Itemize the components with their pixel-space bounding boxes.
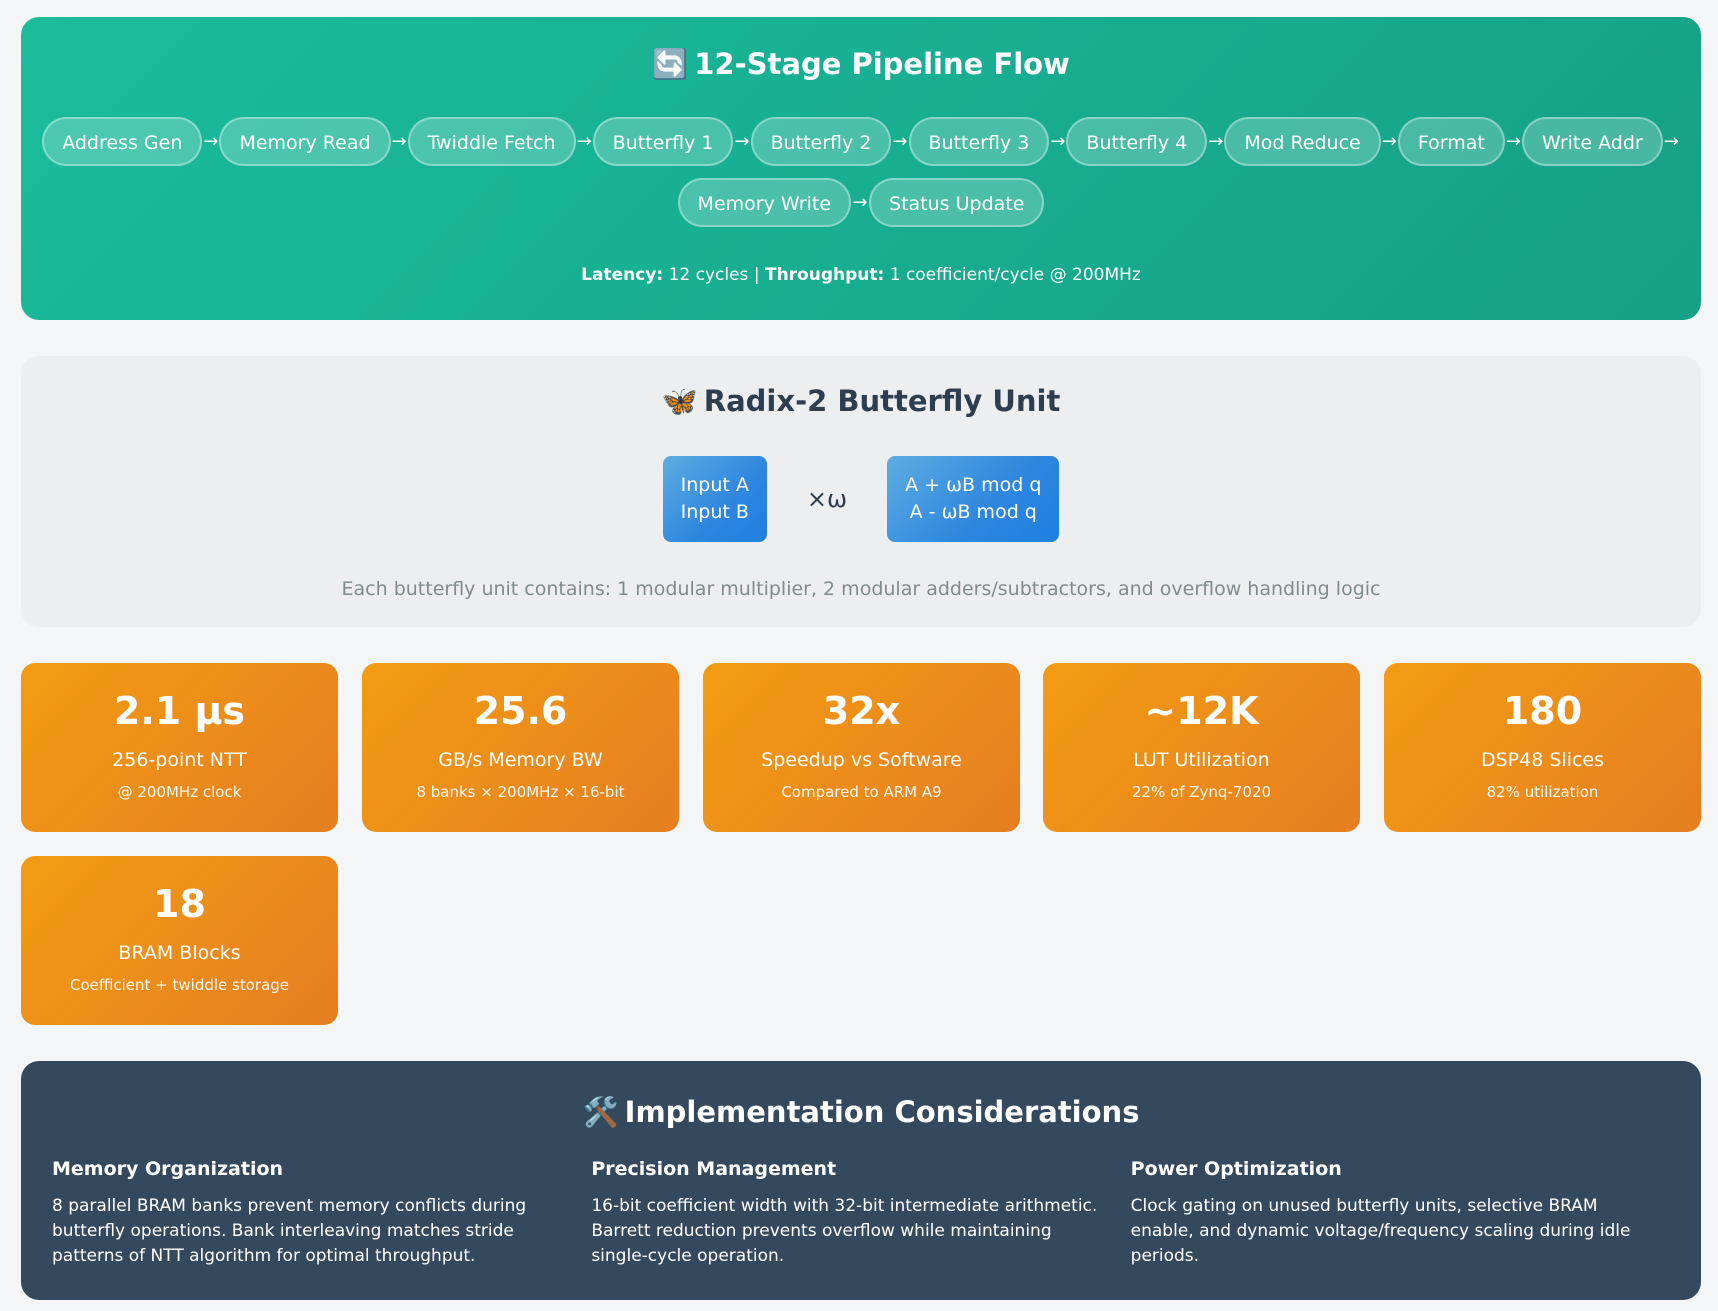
metric-label: BRAM Blocks xyxy=(118,942,241,964)
arrow-icon: → xyxy=(734,131,750,152)
input-b: Input B xyxy=(680,501,749,523)
stage-butterfly-1: Butterfly 1 xyxy=(592,117,734,166)
metric-value: 32x xyxy=(822,689,901,733)
arrow-icon: → xyxy=(1050,131,1066,152)
metric-value: 180 xyxy=(1502,689,1583,733)
stage-memory-write: Memory Write xyxy=(677,178,852,227)
metric-value: ~12K xyxy=(1144,689,1259,733)
implementation-title: 🛠️ Implementation Considerations xyxy=(21,1095,1701,1130)
metric-value: 2.1 μs xyxy=(113,689,246,733)
butterfly-title-text: Radix-2 Butterfly Unit xyxy=(703,384,1061,418)
arrow-icon: → xyxy=(1505,131,1521,152)
stats-separator: | xyxy=(753,265,760,285)
metric-card: 180 DSP48 Slices 82% utilization xyxy=(1384,663,1701,832)
stage-butterfly-2: Butterfly 2 xyxy=(750,117,892,166)
metric-label: GB/s Memory BW xyxy=(438,749,603,771)
stage-twiddle-fetch: Twiddle Fetch xyxy=(407,117,576,166)
output-diff: A - ωB mod q xyxy=(909,501,1037,523)
butterfly-icon: 🦋 xyxy=(661,384,698,418)
throughput-label: Throughput: xyxy=(764,265,885,285)
impl-heading: Memory Organization xyxy=(52,1158,284,1180)
impl-text: 8 parallel BRAM banks prevent memory con… xyxy=(52,1196,527,1266)
metric-card: 18 BRAM Blocks Coefficient + twiddle sto… xyxy=(21,856,338,1025)
twiddle-operator: ×ω xyxy=(806,485,848,513)
arrow-icon: → xyxy=(1663,131,1679,152)
stage-memory-read: Memory Read xyxy=(219,117,391,166)
impl-column: Precision Management 16-bit coefficient … xyxy=(591,1158,1130,1269)
metric-card: 32x Speedup vs Software Compared to ARM … xyxy=(703,663,1020,832)
implementation-title-text: Implementation Considerations xyxy=(624,1095,1140,1129)
impl-column: Memory Organization 8 parallel BRAM bank… xyxy=(52,1158,591,1269)
throughput-value: 1 coefficient/cycle @ 200MHz xyxy=(889,265,1141,285)
stage-mod-reduce: Mod Reduce xyxy=(1224,117,1381,166)
cycle-arrows-icon: 🔄 xyxy=(652,47,689,81)
latency-value: 12 cycles xyxy=(668,265,749,285)
butterfly-note: Each butterfly unit contains: 1 modular … xyxy=(341,578,1381,600)
arrow-icon: → xyxy=(852,192,868,213)
arrow-icon: → xyxy=(203,131,219,152)
metric-label: Speedup vs Software xyxy=(761,749,962,771)
implementation-panel: 🛠️ Implementation Considerations Memory O… xyxy=(21,1061,1701,1300)
butterfly-outputs: A + ωB mod q A - ωB mod q xyxy=(887,456,1060,542)
pipeline-panel: 🔄 12-Stage Pipeline Flow Address Gen → Mem… xyxy=(21,17,1701,320)
metric-sub: Coefficient + twiddle storage xyxy=(69,976,290,994)
stage-butterfly-3: Butterfly 3 xyxy=(908,117,1050,166)
metric-label: DSP48 Slices xyxy=(1480,749,1605,771)
stage-format: Format xyxy=(1397,117,1505,166)
metric-card: 2.1 μs 256-point NTT @ 200MHz clock xyxy=(21,663,338,832)
tools-icon: 🛠️ xyxy=(582,1095,619,1129)
metric-card: 25.6 GB/s Memory BW 8 banks × 200MHz × 1… xyxy=(362,663,679,832)
butterfly-title: 🦋 Radix-2 Butterfly Unit xyxy=(21,384,1701,419)
input-a: Input A xyxy=(680,474,749,496)
butterfly-inputs: Input A Input B xyxy=(662,456,767,542)
butterfly-diagram: Input A Input B ×ω A + ωB mod q A - ωB m… xyxy=(21,456,1701,542)
stage-butterfly-4: Butterfly 4 xyxy=(1066,117,1208,166)
metric-sub: @ 200MHz clock xyxy=(117,783,242,801)
stage-status-update: Status Update xyxy=(869,178,1045,227)
pipeline-stats: Latency: 12 cycles | Throughput: 1 coeff… xyxy=(21,265,1701,285)
pipeline-stages: Address Gen → Memory Read → Twiddle Fetch →… xyxy=(42,117,1679,227)
impl-text: 16-bit coefficient width with 32-bit int… xyxy=(591,1196,1098,1266)
metric-sub: Compared to ARM A9 xyxy=(781,783,942,801)
arrow-icon: → xyxy=(391,131,407,152)
butterfly-panel: 🦋 Radix-2 Butterfly Unit Input A Input B … xyxy=(21,356,1701,627)
stage-address-gen: Address Gen xyxy=(42,117,203,166)
impl-heading: Power Optimization xyxy=(1130,1158,1342,1180)
impl-column: Power Optimization Clock gating on unuse… xyxy=(1131,1158,1670,1269)
arrow-icon: → xyxy=(892,131,908,152)
metric-sub: 82% utilization xyxy=(1486,783,1599,801)
metric-label: 256-point NTT xyxy=(112,749,247,771)
arrow-icon: → xyxy=(1381,131,1397,152)
impl-text: Clock gating on unused butterfly units, … xyxy=(1130,1196,1631,1266)
pipeline-title-text: 12-Stage Pipeline Flow xyxy=(694,47,1070,81)
latency-label: Latency: xyxy=(581,265,664,285)
pipeline-title: 🔄 12-Stage Pipeline Flow xyxy=(21,47,1701,82)
metric-value: 18 xyxy=(153,882,206,926)
metric-card: ~12K LUT Utilization 22% of Zynq-7020 xyxy=(1043,663,1360,832)
arrow-icon: → xyxy=(576,131,592,152)
metric-value: 25.6 xyxy=(473,689,568,733)
metric-sub: 22% of Zynq-7020 xyxy=(1131,783,1272,801)
metric-label: LUT Utilization xyxy=(1133,749,1270,771)
arrow-icon: → xyxy=(1208,131,1224,152)
stage-write-addr: Write Addr xyxy=(1521,117,1663,166)
metric-sub: 8 banks × 200MHz × 16-bit xyxy=(416,783,625,801)
implementation-columns: Memory Organization 8 parallel BRAM bank… xyxy=(52,1158,1670,1269)
impl-heading: Precision Management xyxy=(591,1158,837,1180)
output-sum: A + ωB mod q xyxy=(905,474,1042,496)
